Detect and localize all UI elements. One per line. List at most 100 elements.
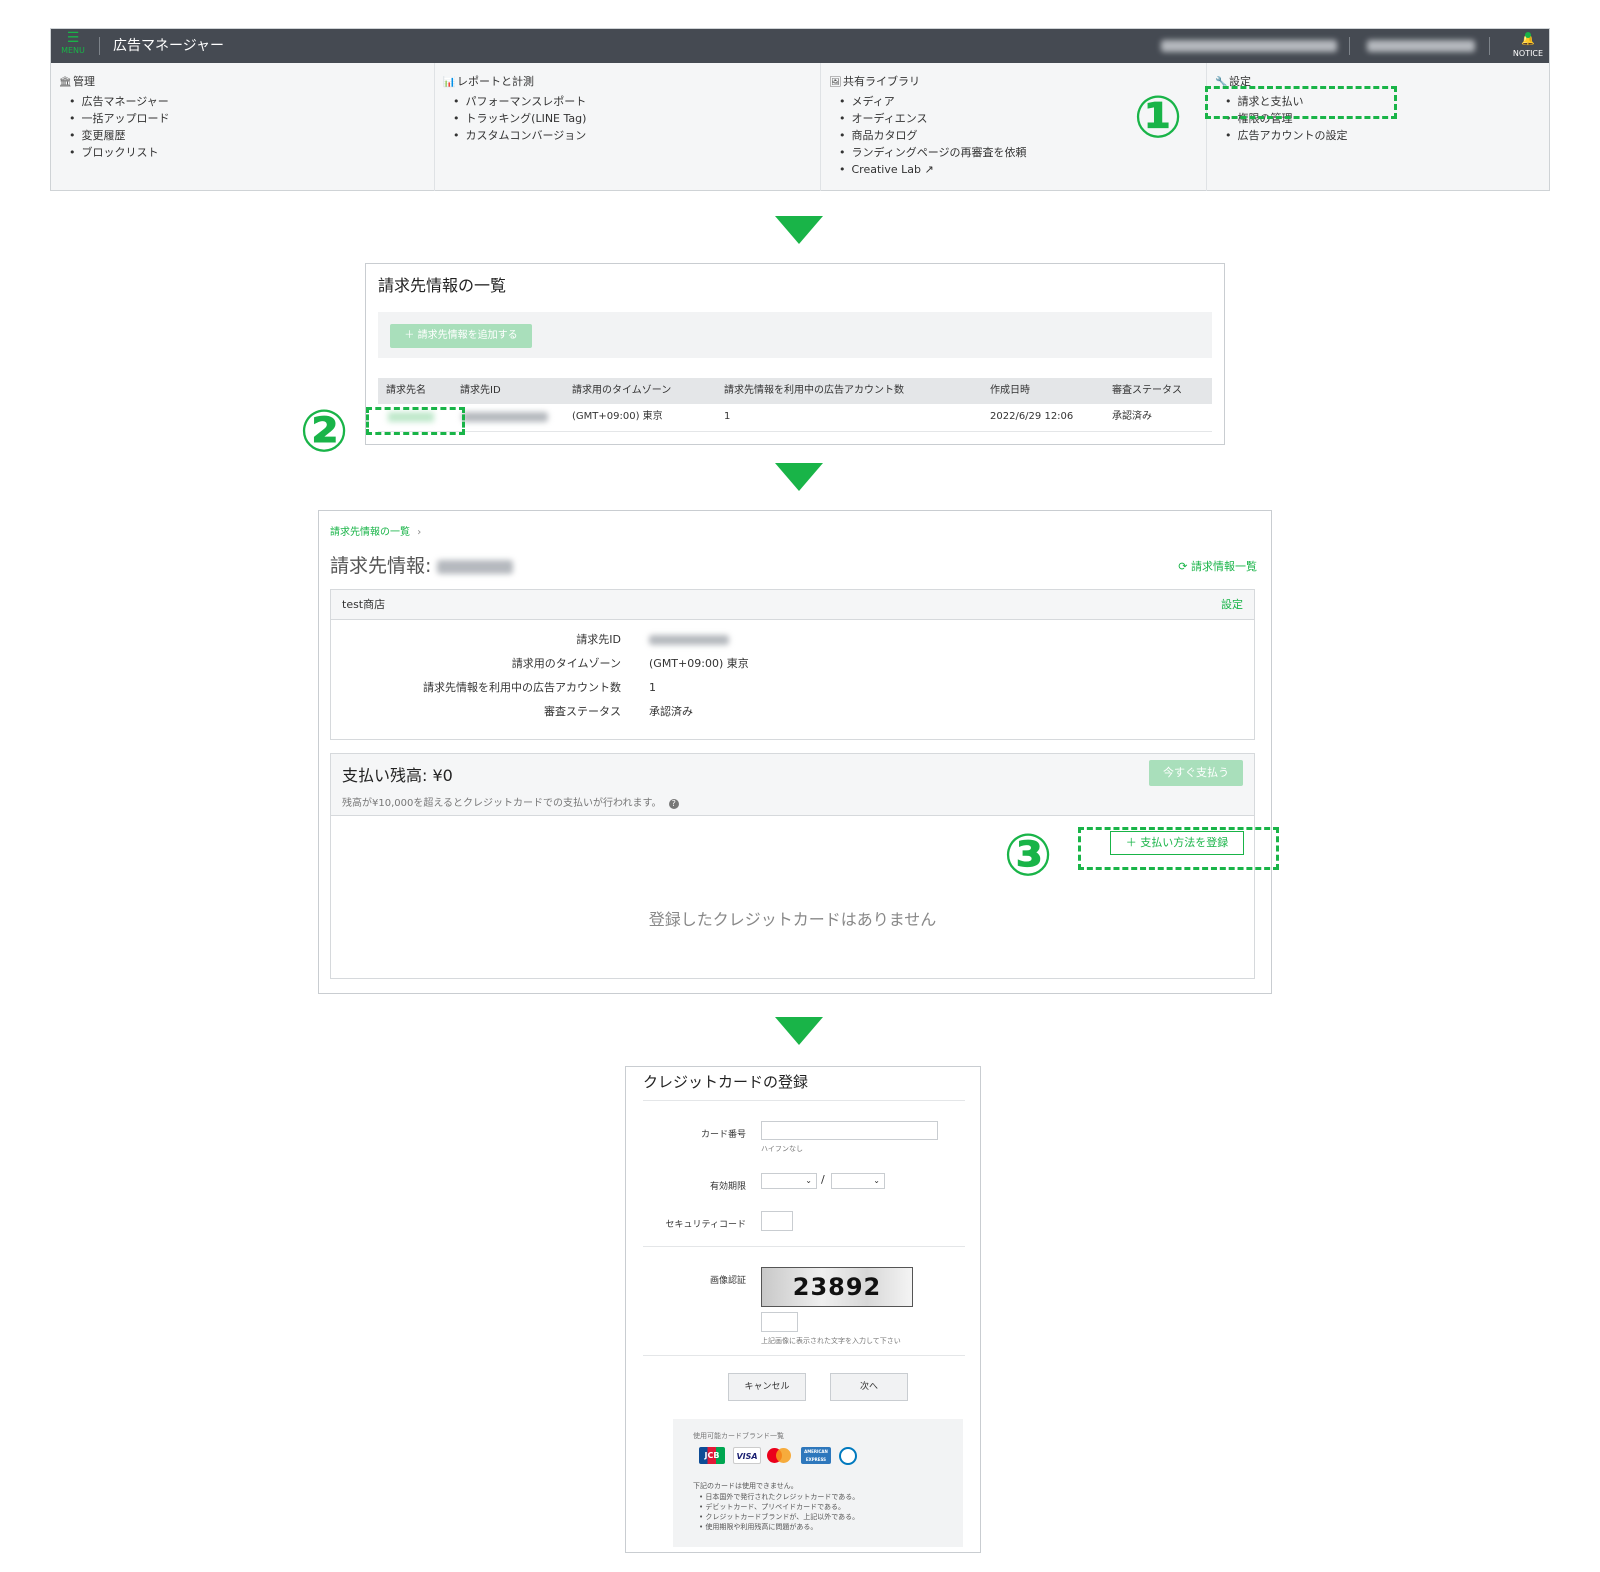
cancel-button[interactable]: キャンセル bbox=[728, 1373, 806, 1401]
billing-id-value bbox=[649, 635, 729, 645]
menu-item[interactable]: ブロックリスト bbox=[69, 144, 426, 161]
refresh-icon: ⟳ bbox=[1178, 560, 1188, 573]
box-header: test商店 設定 bbox=[331, 590, 1254, 620]
app-title: 広告マネージャー bbox=[113, 38, 225, 54]
card-number-label: カード番号 bbox=[700, 1130, 746, 1140]
menu-item[interactable]: トラッキング(LINE Tag) bbox=[453, 110, 812, 127]
menu-button[interactable]: ☰ MENU bbox=[59, 31, 87, 61]
step-number-3: ③ bbox=[1003, 821, 1053, 889]
expiry-label: 有効期限 bbox=[709, 1182, 746, 1192]
jcb-icon: JCB bbox=[699, 1447, 725, 1464]
expiry-year-select[interactable]: ⌄ bbox=[831, 1173, 885, 1189]
menu-item[interactable]: 広告マネージャー bbox=[69, 93, 426, 110]
divider bbox=[99, 37, 100, 55]
menu-item[interactable]: 広告アカウントの設定 bbox=[1225, 127, 1541, 144]
balance-note: 残高が¥10,000を超えるとクレジットカードでの支払いが行われます。 ? bbox=[342, 794, 679, 809]
next-button[interactable]: 次へ bbox=[830, 1373, 908, 1401]
menu-label: MENU bbox=[61, 46, 85, 55]
highlight-billing-name bbox=[366, 407, 465, 435]
restriction-item: • クレジットカードブランドが、上記以外である。 bbox=[699, 1513, 860, 1521]
help-icon[interactable]: ? bbox=[668, 799, 679, 809]
mastercard-icon bbox=[776, 1448, 791, 1463]
add-billing-button[interactable]: ＋ 請求先情報を追加する bbox=[390, 324, 532, 348]
detail-value: (GMT+09:00) 東京 bbox=[649, 657, 749, 670]
billing-id bbox=[462, 412, 548, 422]
bar-chart-icon: 📊 bbox=[443, 77, 456, 88]
security-code-label: セキュリティコード bbox=[665, 1220, 746, 1230]
image-icon: 🖼 bbox=[829, 77, 842, 88]
bank-icon: 🏛 bbox=[59, 77, 72, 88]
menu-column-settings: 🔧設定 請求と支払い 権限の管理 広告アカウントの設定 bbox=[1207, 63, 1549, 191]
box-header: 支払い残高: ¥0 残高が¥10,000を超えるとクレジットカードでの支払いが行… bbox=[331, 754, 1254, 816]
step-number-1: ① bbox=[1133, 83, 1183, 151]
visa-icon: VISA bbox=[733, 1447, 761, 1464]
detail-key: 審査ステータス bbox=[544, 705, 621, 718]
table-header: 請求先名 請求先ID 請求用のタイムゾーン 請求先情報を利用中の広告アカウント数… bbox=[378, 378, 1212, 404]
empty-state: 登録したクレジットカードはありません bbox=[648, 910, 937, 929]
restriction-item: • 日本国外で発行されたクレジットカードである。 bbox=[699, 1493, 860, 1501]
restrictions-title: 下記のカードは使用できません。 bbox=[693, 1482, 798, 1490]
column-header: 作成日時 bbox=[990, 385, 1030, 396]
expiry-month-select[interactable]: ⌄ bbox=[761, 1173, 817, 1189]
menu-item[interactable]: 一括アップロード bbox=[69, 110, 426, 127]
breadcrumb-link[interactable]: 請求先情報の一覧 bbox=[330, 527, 410, 538]
status-cell: 承認済み bbox=[1112, 411, 1152, 422]
page-title: 請求先情報: bbox=[330, 551, 514, 578]
top-bar: ☰ MENU 広告マネージャー 🔔 NOTICE bbox=[51, 29, 1549, 63]
amex-icon: AMERICAN EXPRESS bbox=[801, 1447, 831, 1464]
accounts-cell: 1 bbox=[724, 411, 731, 422]
credit-card-form: クレジットカードの登録 カード番号 ハイフンなし 有効期限 ⌄ / ⌄ セキュリ… bbox=[625, 1066, 981, 1553]
user-menu[interactable] bbox=[1367, 40, 1475, 52]
captcha-label: 画像認証 bbox=[709, 1276, 746, 1286]
divider bbox=[643, 1100, 965, 1101]
card-number-hint: ハイフンなし bbox=[761, 1145, 803, 1153]
column-header: 審査ステータス bbox=[1112, 385, 1182, 396]
notice-label: NOTICE bbox=[1512, 49, 1544, 58]
highlight-billing bbox=[1205, 86, 1397, 119]
menu-item[interactable]: パフォーマンスレポート bbox=[453, 93, 812, 110]
toolbar: ＋ 請求先情報を追加する bbox=[378, 312, 1212, 358]
divider bbox=[1489, 37, 1490, 55]
menu-item[interactable]: 変更履歴 bbox=[69, 127, 426, 144]
captcha-input[interactable] bbox=[761, 1312, 798, 1332]
created-cell: 2022/6/29 12:06 bbox=[990, 411, 1074, 422]
account-selector[interactable] bbox=[1161, 40, 1337, 52]
menu-heading: レポートと計測 bbox=[457, 75, 534, 88]
page-title: 請求先情報の一覧 bbox=[378, 276, 507, 295]
menu-item[interactable]: カスタムコンバージョン bbox=[453, 127, 812, 144]
table-row: (GMT+09:00) 東京 1 2022/6/29 12:06 承認済み bbox=[378, 404, 1212, 432]
step-number-2: ② bbox=[299, 397, 349, 465]
balance-note-text: 残高が¥10,000を超えるとクレジットカードでの支払いが行われます。 bbox=[342, 798, 662, 809]
pay-now-button[interactable]: 今すぐ支払う bbox=[1149, 760, 1243, 786]
security-code-input[interactable] bbox=[761, 1211, 793, 1231]
page-title-label: 請求先情報: bbox=[330, 555, 432, 577]
restriction-text: クレジットカードブランドが、上記以外である。 bbox=[705, 1513, 860, 1521]
restriction-text: 日本国外で発行されたクレジットカードである。 bbox=[705, 1493, 860, 1501]
menu-column-manage: 🏛管理 広告マネージャー 一括アップロード 変更履歴 ブロックリスト bbox=[51, 63, 435, 191]
detail-value: 1 bbox=[649, 681, 656, 694]
detail-key: 請求先ID bbox=[576, 633, 621, 646]
card-number-input[interactable] bbox=[761, 1121, 938, 1140]
billing-list-link[interactable]: ⟳ 請求情報一覧 bbox=[1178, 558, 1257, 574]
highlight-add-payment bbox=[1078, 827, 1279, 870]
restriction-text: 使用期限や利用残高に問題がある。 bbox=[705, 1523, 818, 1531]
divider bbox=[1349, 37, 1350, 55]
breadcrumb: 請求先情報の一覧 › bbox=[330, 523, 421, 538]
menu-heading: 共有ライブラリ bbox=[843, 75, 920, 88]
settings-link[interactable]: 設定 bbox=[1221, 590, 1243, 620]
detail-key: 請求用のタイムゾーン bbox=[511, 657, 621, 670]
timezone-cell: (GMT+09:00) 東京 bbox=[572, 411, 663, 422]
column-header: 請求先ID bbox=[460, 385, 501, 396]
diners-club-icon bbox=[839, 1447, 857, 1465]
restriction-text: デビットカード、プリペイドカードである。 bbox=[705, 1503, 846, 1511]
hamburger-icon: ☰ bbox=[66, 30, 80, 46]
down-arrow-icon bbox=[775, 463, 823, 491]
menu-item-label: Creative Lab bbox=[851, 163, 921, 176]
billing-detail-panel: 請求先情報の一覧 › 請求先情報: ⟳ 請求情報一覧 test商店 設定 請求先… bbox=[318, 510, 1272, 994]
restriction-item: • 使用期限や利用残高に問題がある。 bbox=[699, 1523, 818, 1531]
brands-title: 使用可能カードブランド一覧 bbox=[693, 1432, 784, 1440]
menu-item-creative-lab[interactable]: Creative Lab ↗ bbox=[839, 161, 1198, 178]
divider bbox=[643, 1355, 965, 1356]
restriction-item: • デビットカード、プリペイドカードである。 bbox=[699, 1503, 846, 1511]
captcha-image: 23892 bbox=[761, 1267, 913, 1307]
